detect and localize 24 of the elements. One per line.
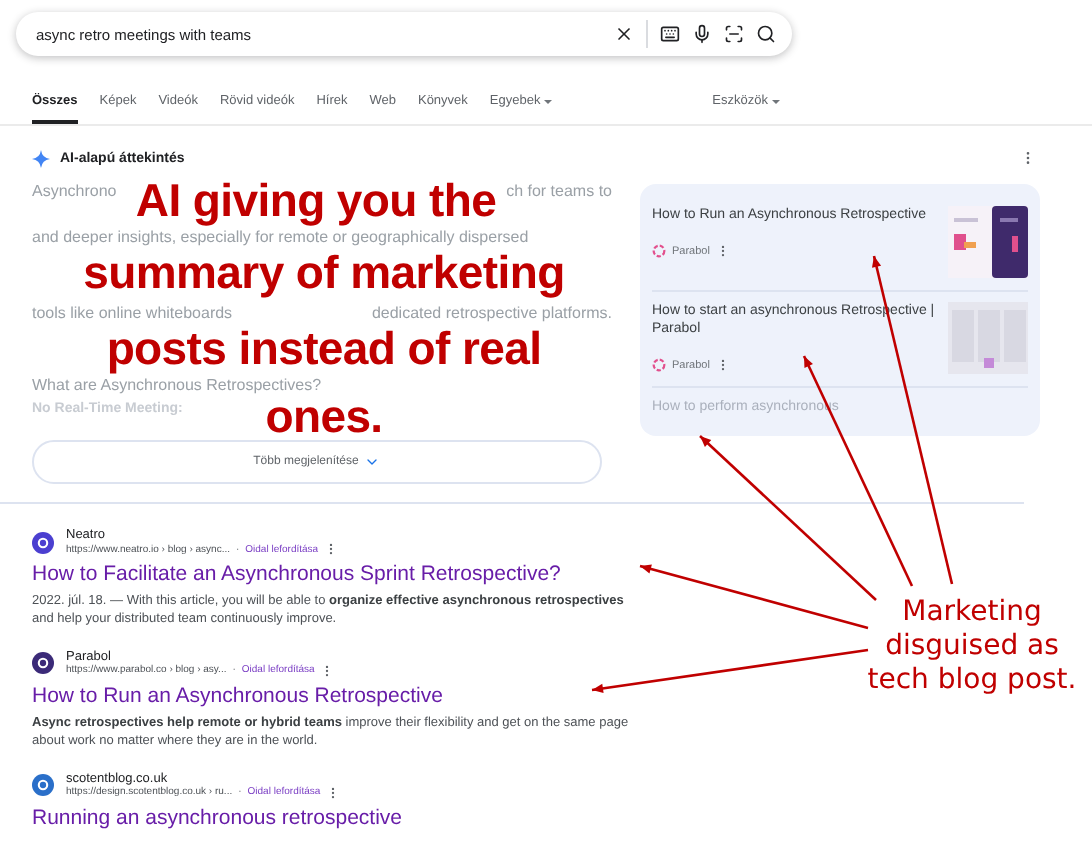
clear-icon[interactable] — [614, 24, 634, 44]
overview-text: and deeper insights, especially for remote or geographically dispersed — [32, 228, 529, 248]
search-icon[interactable] — [756, 24, 776, 44]
caret-icon — [772, 99, 780, 103]
keyboard-icon[interactable] — [660, 24, 680, 44]
camera-search-icon[interactable] — [724, 24, 744, 44]
annotation-note: Marketing disguised as tech blog post. — [865, 596, 1079, 698]
overview-text: Asynchrono — [32, 182, 117, 202]
result-title[interactable]: How to Run an Asynchronous Retrospective — [32, 683, 632, 710]
overview-heading: What are Asynchronous Retrospectives? — [32, 376, 324, 396]
annotation-caption: AI giving you the — [135, 176, 497, 226]
result-title[interactable]: How to Facilitate an Asynchronous Sprint Retrospective? — [32, 562, 632, 588]
annotation-caption: posts instead of real — [106, 324, 542, 374]
ring-logo-icon — [652, 358, 666, 373]
overview-text: dedicated retrospective platforms. — [371, 304, 612, 324]
microphone-icon[interactable] — [692, 24, 712, 44]
chevron-down-icon — [364, 454, 381, 470]
overview-text: ch for teams to — [506, 182, 612, 202]
annotation-caption: ones. — [265, 392, 383, 442]
sparkle-icon — [32, 149, 50, 167]
ring-logo-icon — [652, 244, 666, 259]
overview-text: tools like online whiteboards — [32, 304, 233, 324]
annotation-caption: summary of marketing — [83, 248, 565, 298]
result-title[interactable]: Running an asynchronous retrospective — [32, 805, 632, 832]
